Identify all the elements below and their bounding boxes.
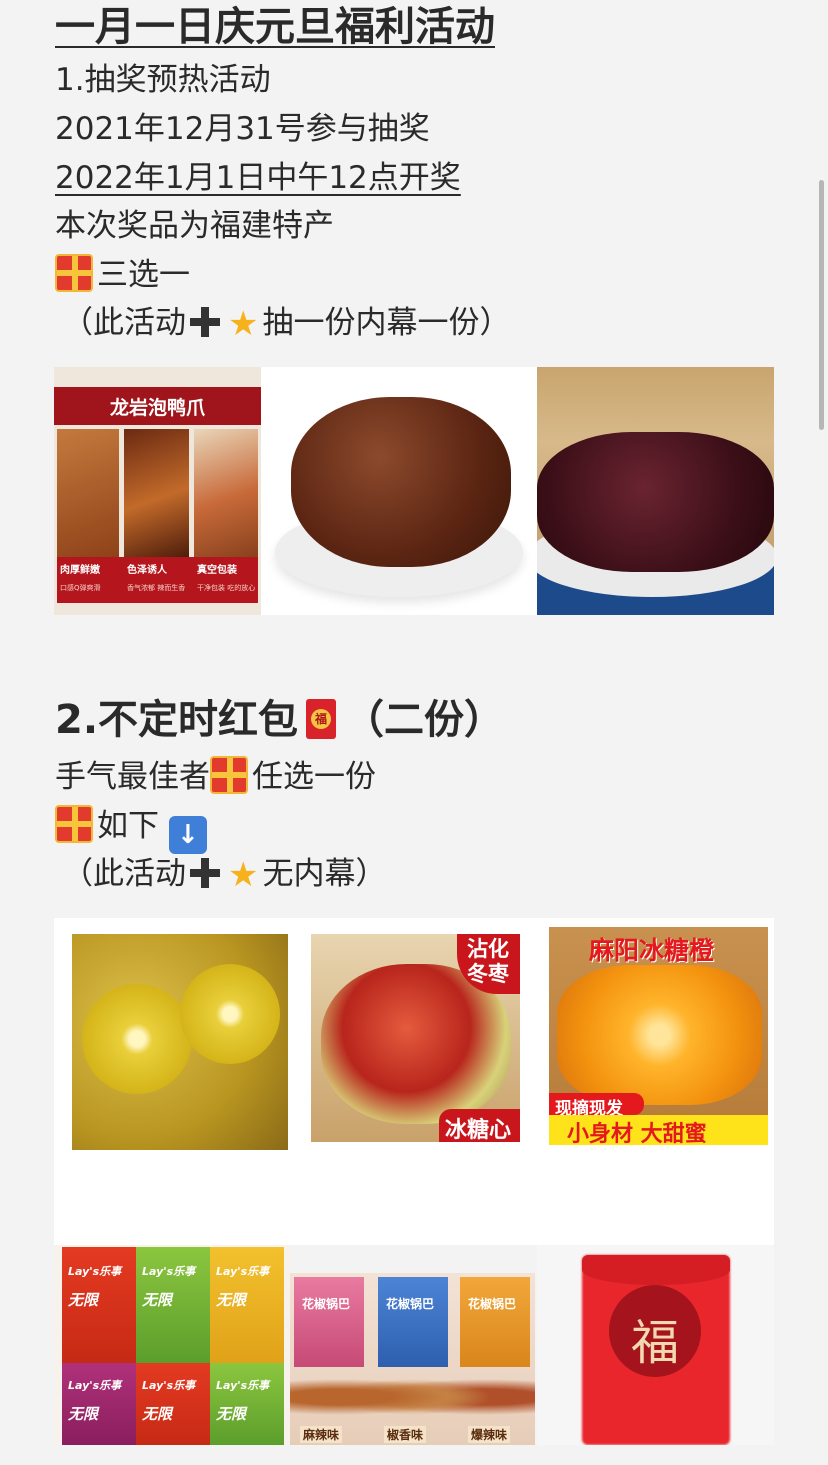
red-envelope-icon [306, 699, 337, 739]
kiwi-slice-2 [180, 964, 280, 1064]
note-right-text: 抽一份内幕一份） [262, 305, 511, 341]
scrollbar[interactable] [819, 180, 824, 430]
star-icon: ★ [228, 855, 259, 895]
envelope-fu-char: 福 [630, 1315, 679, 1371]
duck-panel-1 [57, 429, 119, 569]
cracker-name-3: 花椒锅巴 [468, 1297, 517, 1311]
chips-series-6: 无限 [216, 1405, 247, 1423]
chips-series-1: 无限 [68, 1291, 99, 1309]
below-text: 如下 [97, 808, 159, 844]
duck-panel-3 [194, 429, 258, 569]
chips-series-2: 无限 [142, 1291, 173, 1309]
star-icon: ★ [228, 304, 259, 344]
cracker-piles [290, 1369, 535, 1425]
duck-label-1: 肉厚鲜嫩 [60, 565, 100, 576]
section2-heading: 2.不定时红包 [55, 697, 299, 743]
section2-below-line: 如下 ↓ [55, 805, 207, 854]
gift-icon [210, 756, 248, 794]
section1-choose-line: 三选一 [55, 254, 190, 295]
duck-label-3: 真空包装 [197, 565, 237, 576]
duck-sublabel-3: 干净包装 吃的放心 [197, 584, 256, 592]
kiwi-image [72, 934, 288, 1150]
section1-prize-line: 本次奖品为福建特产 [55, 208, 334, 244]
duck-sublabel-2: 香气浓郁 辣而生香 [127, 584, 186, 592]
orange-title: 麻阳冰糖橙 [589, 936, 715, 965]
orange-slices [557, 965, 762, 1105]
crackers-image: 花椒锅巴 花椒锅巴 花椒锅巴 麻辣味 椒香味 爆辣味 [290, 1273, 535, 1445]
chips-brand-4: Lay's乐事 [68, 1379, 122, 1392]
kiwi-slice-1 [82, 984, 192, 1094]
chips-series-5: 无限 [142, 1405, 173, 1423]
chips-brand-3: Lay's乐事 [216, 1265, 270, 1278]
section1-heading: 1.抽奖预热活动 [55, 62, 271, 98]
note-left-text: （此活动 [62, 856, 186, 892]
orange-bottom-label: 小身材 大甜蜜 [567, 1122, 707, 1145]
red-dates-image [537, 367, 774, 615]
cracker-flavor-3: 爆辣味 [468, 1426, 511, 1443]
chips-brand-1: Lay's乐事 [68, 1265, 122, 1278]
jujube-bottom-label: 冰糖心 [445, 1118, 512, 1142]
duck-claw-image: 龙岩泡鸭爪 肉厚鲜嫩 色泽诱人 真空包装 口感Q弹爽滑 香气浓郁 辣而生香 干净… [54, 367, 261, 615]
chips-series-3: 无限 [216, 1291, 247, 1309]
down-arrow-icon: ↓ [168, 816, 207, 854]
duck-sublabel-1: 口感Q弹爽滑 [60, 584, 101, 592]
chips-brand-6: Lay's乐事 [216, 1379, 270, 1392]
cracker-name-1: 花椒锅巴 [302, 1297, 351, 1311]
jujube-image: 沾化冬枣 冰糖心 [311, 934, 520, 1142]
note-left-text: （此活动 [62, 305, 186, 341]
date-pile [537, 432, 774, 572]
section2-heading-suffix: （二份） [344, 697, 505, 743]
section1-draw-line: 2022年1月1日中午12点开奖 [55, 160, 461, 196]
jujube-badge: 沾化冬枣 [467, 937, 509, 986]
choose-text: 三选一 [97, 257, 190, 293]
winner-suffix: 任选一份 [252, 759, 376, 795]
red-envelope-image: 福 [537, 1245, 774, 1445]
chips-brand-5: Lay's乐事 [142, 1379, 196, 1392]
duck-claw-title: 龙岩泡鸭爪 [109, 397, 205, 419]
section2-winner-line: 手气最佳者 任选一份 [55, 756, 376, 797]
plus-icon [190, 307, 220, 337]
cracker-flavor-2: 椒香味 [384, 1426, 427, 1443]
section1-date-line: 2021年12月31号参与抽奖 [55, 111, 430, 147]
orange-image: 麻阳冰糖橙 现摘现发 小身材 大甜蜜 [549, 927, 768, 1145]
winner-text: 手气最佳者 [55, 759, 210, 795]
duck-neck-image [261, 367, 537, 615]
section2-heading-line: 2.不定时红包 （二份） [55, 695, 504, 745]
section2-note: （此活动 ★ 无内幕） [62, 854, 386, 895]
duck-panel-2 [124, 429, 189, 569]
section1-note: （此活动 ★ 抽一份内幕一份） [62, 303, 510, 344]
cracker-bag-1 [294, 1277, 364, 1367]
cracker-name-2: 花椒锅巴 [386, 1297, 435, 1311]
duck-neck-pile [291, 397, 511, 567]
cracker-flavor-1: 麻辣味 [300, 1426, 343, 1443]
envelope-flap [582, 1255, 730, 1285]
chips-series-4: 无限 [68, 1405, 99, 1423]
duck-label-2: 色泽诱人 [127, 565, 167, 576]
chips-image: Lay's乐事 Lay's乐事 Lay's乐事 Lay's乐事 Lay's乐事 … [54, 1245, 290, 1445]
cracker-bag-2 [378, 1277, 448, 1367]
cracker-bag-3 [460, 1277, 530, 1367]
page-title: 一月一日庆元旦福利活动 [55, 4, 495, 50]
note-right-text: 无内幕） [262, 856, 387, 892]
plus-icon [190, 858, 220, 888]
gift-icon [55, 254, 93, 292]
chips-brand-2: Lay's乐事 [142, 1265, 196, 1278]
gift-icon [55, 805, 93, 843]
